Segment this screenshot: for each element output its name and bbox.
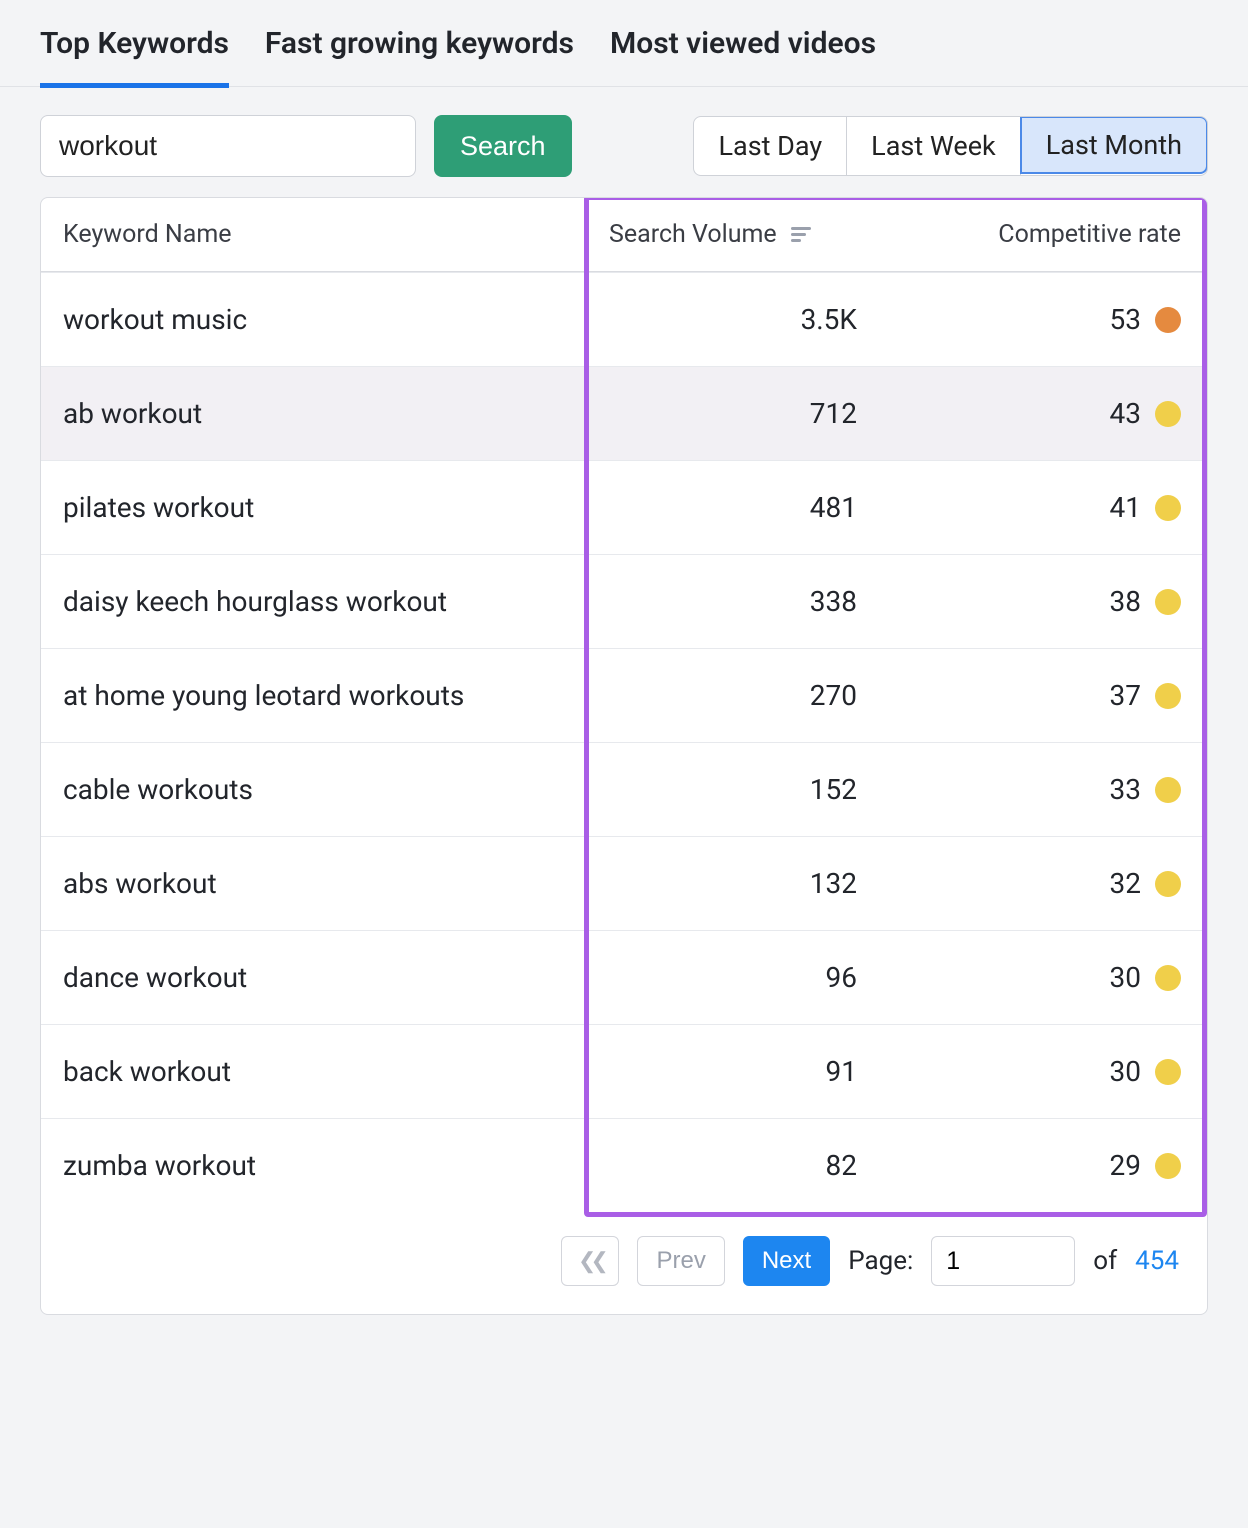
table-row[interactable]: workout music3.5K 53 (41, 272, 1207, 366)
tabs-bar: Top Keywords Fast growing keywords Most vi… (0, 0, 1248, 87)
col-search-volume-label: Search Volume (609, 220, 777, 249)
time-option-last-month[interactable]: Last Month (1020, 116, 1208, 174)
rate-indicator-icon (1155, 683, 1181, 709)
table-row[interactable]: cable workouts152 33 (41, 742, 1207, 836)
rate-cell: 32 (897, 837, 1207, 930)
keyword-cell: workout music (41, 273, 587, 366)
rate-cell: 37 (897, 649, 1207, 742)
rate-cell: 30 (897, 931, 1207, 1024)
rate-indicator-icon (1155, 965, 1181, 991)
rate-cell: 53 (897, 273, 1207, 366)
keywords-table: Keyword Name Search Volume Competitive r… (40, 197, 1208, 1315)
table-row[interactable]: abs workout132 32 (41, 836, 1207, 930)
rate-value: 29 (1110, 1149, 1141, 1182)
rate-value: 30 (1110, 1055, 1141, 1088)
rate-indicator-icon (1155, 495, 1181, 521)
first-page-button[interactable]: ❮❮ (561, 1236, 619, 1286)
table-header: Keyword Name Search Volume Competitive r… (41, 198, 1207, 272)
keyword-cell: at home young leotard workouts (41, 649, 587, 742)
keyword-cell: back workout (41, 1025, 587, 1118)
table-row[interactable]: back workout91 30 (41, 1024, 1207, 1118)
table-body: workout music3.5K 53 ab workout712 43 pilate… (41, 272, 1207, 1212)
volume-cell: 152 (587, 743, 897, 836)
rate-value: 37 (1110, 679, 1141, 712)
keyword-cell: abs workout (41, 837, 587, 930)
col-search-volume[interactable]: Search Volume (587, 198, 897, 271)
tab-fast-growing-keywords[interactable]: Fast growing keywords (265, 26, 574, 88)
table-row[interactable]: at home young leotard workouts270 37 (41, 648, 1207, 742)
rate-cell: 43 (897, 367, 1207, 460)
page-label: Page: (848, 1246, 913, 1276)
keyword-cell: daisy keech hourglass workout (41, 555, 587, 648)
rate-value: 30 (1110, 961, 1141, 994)
volume-cell: 3.5K (587, 273, 897, 366)
time-option-last-day[interactable]: Last Day (694, 117, 847, 175)
tab-top-keywords[interactable]: Top Keywords (40, 26, 229, 88)
volume-cell: 132 (587, 837, 897, 930)
prev-button[interactable]: Prev (637, 1236, 724, 1286)
rate-indicator-icon (1155, 777, 1181, 803)
rate-indicator-icon (1155, 1153, 1181, 1179)
volume-cell: 270 (587, 649, 897, 742)
table-row[interactable]: dance workout96 30 (41, 930, 1207, 1024)
rate-cell: 30 (897, 1025, 1207, 1118)
controls-row: Search Last DayLast WeekLast Month (40, 115, 1208, 177)
rate-value: 33 (1110, 773, 1141, 806)
time-filter-toggle: Last DayLast WeekLast Month (693, 116, 1208, 176)
volume-cell: 91 (587, 1025, 897, 1118)
rate-value: 32 (1110, 867, 1141, 900)
sort-desc-icon (791, 227, 811, 242)
rate-indicator-icon (1155, 401, 1181, 427)
rate-indicator-icon (1155, 1059, 1181, 1085)
time-option-last-week[interactable]: Last Week (847, 117, 1021, 175)
volume-cell: 82 (587, 1119, 897, 1212)
search-input[interactable] (40, 115, 416, 177)
rate-cell: 33 (897, 743, 1207, 836)
keyword-cell: cable workouts (41, 743, 587, 836)
tab-most-viewed-videos[interactable]: Most viewed videos (610, 26, 876, 88)
rate-cell: 41 (897, 461, 1207, 554)
rate-cell: 29 (897, 1119, 1207, 1212)
next-button[interactable]: Next (743, 1236, 830, 1286)
table-row[interactable]: zumba workout82 29 (41, 1118, 1207, 1212)
rate-indicator-icon (1155, 871, 1181, 897)
keyword-cell: ab workout (41, 367, 587, 460)
keyword-cell: pilates workout (41, 461, 587, 554)
of-label: of (1093, 1246, 1117, 1276)
table-row[interactable]: pilates workout481 41 (41, 460, 1207, 554)
col-competitive-rate[interactable]: Competitive rate (897, 198, 1207, 271)
volume-cell: 96 (587, 931, 897, 1024)
rate-cell: 38 (897, 555, 1207, 648)
keyword-cell: zumba workout (41, 1119, 587, 1212)
rate-value: 43 (1110, 397, 1141, 430)
page-input[interactable] (931, 1236, 1075, 1286)
rate-indicator-icon (1155, 307, 1181, 333)
rate-value: 38 (1110, 585, 1141, 618)
total-pages-link[interactable]: 454 (1135, 1246, 1179, 1276)
chevron-double-left-icon: ❮❮ (578, 1248, 603, 1274)
volume-cell: 338 (587, 555, 897, 648)
volume-cell: 481 (587, 461, 897, 554)
pagination: ❮❮ Prev Next Page: of 454 (41, 1212, 1207, 1314)
table-row[interactable]: daisy keech hourglass workout338 38 (41, 554, 1207, 648)
rate-value: 53 (1110, 303, 1141, 336)
table-row[interactable]: ab workout712 43 (41, 366, 1207, 460)
rate-indicator-icon (1155, 589, 1181, 615)
rate-value: 41 (1110, 491, 1141, 524)
search-button[interactable]: Search (434, 115, 572, 177)
keyword-cell: dance workout (41, 931, 587, 1024)
col-keyword-name[interactable]: Keyword Name (41, 198, 587, 271)
volume-cell: 712 (587, 367, 897, 460)
